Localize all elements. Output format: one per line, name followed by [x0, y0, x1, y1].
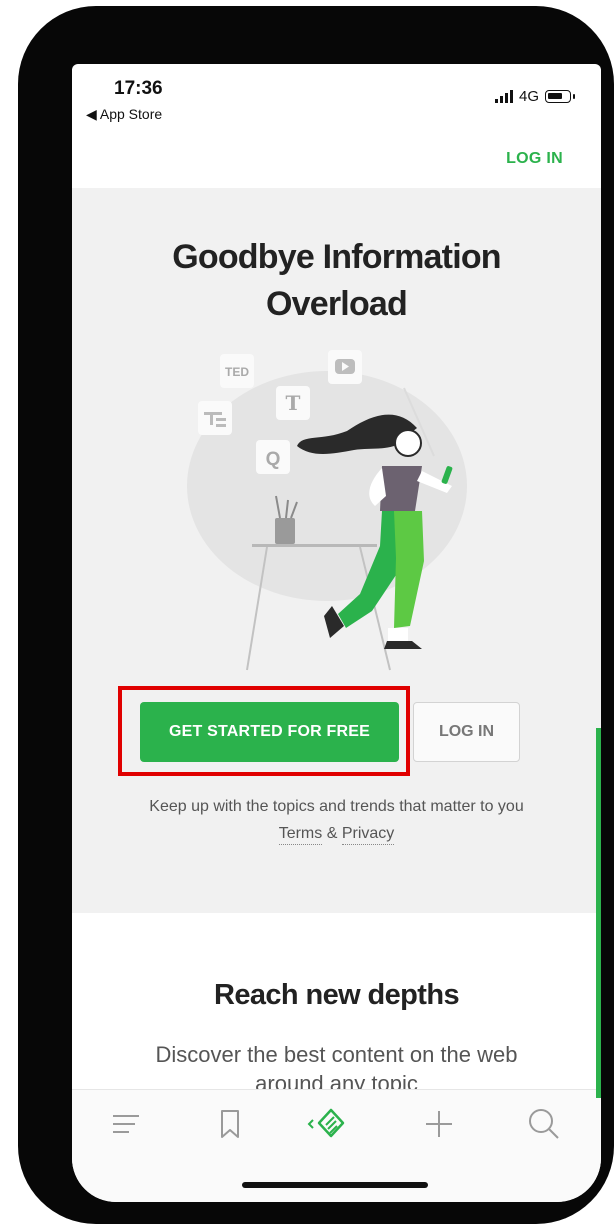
bookmark-icon[interactable]: [210, 1104, 250, 1144]
privacy-link[interactable]: Privacy: [341, 825, 395, 845]
hero-title-line1: Goodbye Information: [172, 238, 501, 276]
network-status: 4G: [494, 88, 575, 105]
phone-frame: 17:36 ◀ App Store 4G LOG IN Goodbye Info…: [18, 6, 614, 1224]
hero-title: Goodbye Information Overload: [72, 234, 601, 328]
svg-text:T: T: [286, 391, 301, 415]
reading-woman-illustration: TED T Q: [187, 350, 467, 671]
header-login-link[interactable]: LOG IN: [506, 150, 563, 168]
svg-text:TED: TED: [225, 365, 249, 379]
quora-logo-icon: Q: [256, 440, 290, 474]
legal-links: Terms & Privacy: [72, 825, 601, 845]
back-to-app-store[interactable]: ◀ App Store: [86, 106, 162, 123]
nyt-logo-icon: T: [276, 386, 310, 420]
status-time: 17:36: [114, 78, 163, 99]
ted-logo-icon: TED: [220, 354, 254, 388]
get-started-button[interactable]: GET STARTED FOR FREE: [140, 702, 399, 762]
top-header: LOG IN: [72, 126, 601, 188]
feedly-icon[interactable]: [306, 1104, 346, 1144]
techcrunch-logo-icon: [198, 401, 232, 435]
login-button[interactable]: LOG IN: [413, 702, 520, 762]
hero-tagline: Keep up with the topics and trends that …: [149, 798, 524, 815]
section-description-line1: Discover the best content on the web: [155, 1042, 518, 1067]
home-indicator[interactable]: [242, 1182, 428, 1188]
signal-icon: [494, 90, 513, 103]
hero-section: Goodbye Information Overload TED T Q GET…: [72, 188, 601, 913]
menu-icon[interactable]: [105, 1104, 145, 1144]
hero-title-line2: Overload: [266, 285, 408, 323]
status-bar: 17:36 ◀ App Store 4G: [72, 64, 601, 126]
network-type: 4G: [518, 88, 539, 105]
background-app-strip: [596, 728, 601, 1098]
section-title: Reach new depths: [213, 979, 460, 1011]
plus-icon[interactable]: [419, 1104, 459, 1144]
search-icon[interactable]: [524, 1104, 564, 1144]
terms-link[interactable]: Terms: [278, 825, 323, 845]
youtube-logo-icon: [328, 350, 362, 384]
screen: 17:36 ◀ App Store 4G LOG IN Goodbye Info…: [72, 64, 601, 1202]
battery-icon: [545, 90, 575, 103]
svg-text:Q: Q: [266, 449, 281, 470]
links-separator: &: [326, 825, 338, 842]
